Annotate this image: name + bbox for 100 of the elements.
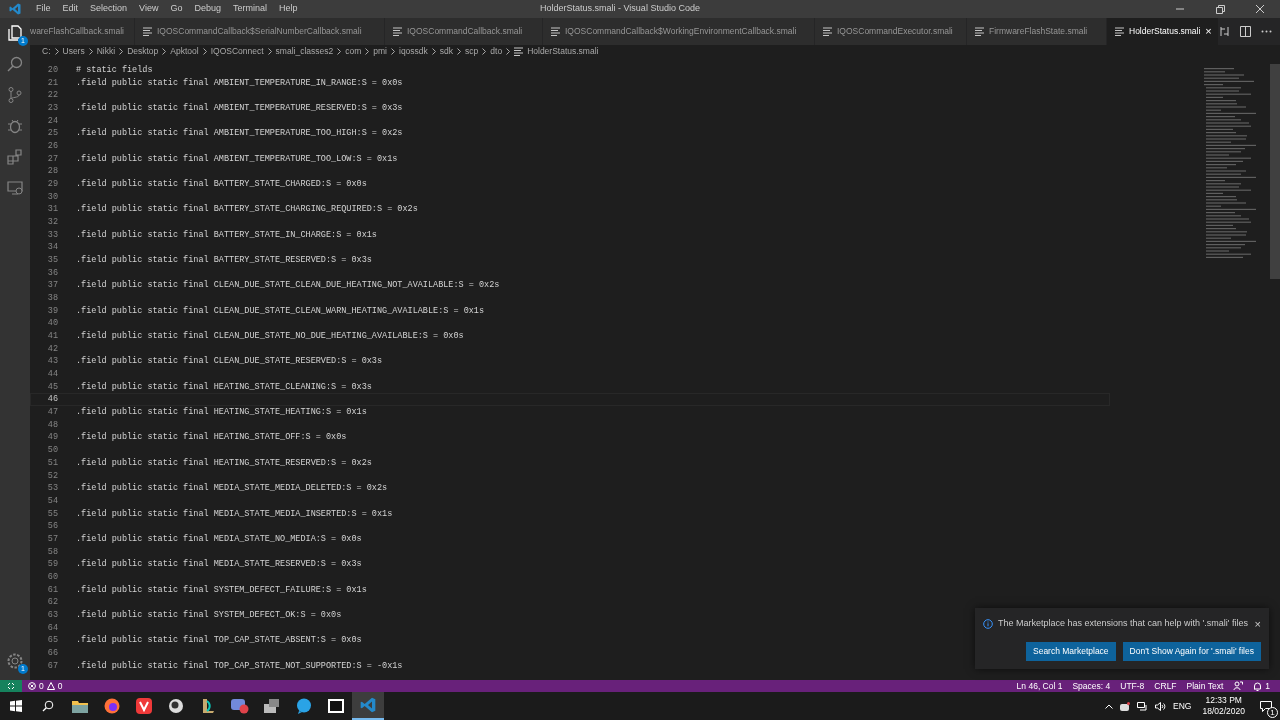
folder-icon	[72, 699, 88, 713]
breadcrumb-item[interactable]: HolderStatus.smali	[527, 45, 599, 58]
app-icon	[264, 699, 280, 713]
taskbar-app-icon[interactable]	[360, 697, 376, 713]
code-line: .field public static final BATTERY_STATE_CHARGED:S = 0x0s	[76, 178, 367, 191]
notification-badge: 1	[1267, 707, 1278, 718]
menu-item[interactable]: Debug	[188, 2, 227, 16]
line-number: 32	[46, 216, 58, 229]
menu-item[interactable]: Terminal	[226, 2, 273, 16]
breadcrumb-item[interactable]: Apktool	[170, 45, 199, 58]
close-icon[interactable]: ×	[1205, 23, 1212, 40]
line-number: 50	[46, 444, 58, 457]
editor-tab[interactable]: IQOSCommandCallback.smali	[385, 18, 543, 45]
code-line: .field public static final HEATING_STATE_CLEANING:S = 0x3s	[76, 380, 372, 394]
menu-item[interactable]: Go	[164, 2, 189, 16]
breadcrumb-item[interactable]: dto	[490, 45, 503, 58]
network-icon[interactable]	[1137, 701, 1149, 711]
files-icon[interactable]	[6, 24, 24, 42]
line-number: 22	[46, 89, 58, 102]
app-icon	[168, 698, 184, 714]
language-indicator[interactable]: ENG	[1173, 699, 1192, 713]
editor-tab[interactable]: IQOSCommandCallback$WorkingEnvironmentCallback.smali	[543, 18, 815, 45]
breadcrumb-item[interactable]: pmi	[373, 45, 387, 58]
chevron-icon	[337, 48, 342, 55]
warning-count[interactable]: 0	[57, 679, 63, 693]
code-line: .field public static final MEDIA_STATE_MEDIA_INSERTED:S = 0x1s	[76, 507, 393, 521]
breadcrumb-item[interactable]: scp	[465, 45, 479, 58]
chat-app-icon[interactable]	[1120, 701, 1131, 711]
bug-icon[interactable]	[6, 117, 24, 135]
chevron-icon	[365, 48, 370, 55]
search-icon[interactable]	[6, 55, 24, 73]
chevron-up-icon[interactable]	[1105, 703, 1114, 709]
status-item[interactable]: Ln 46, Col 1	[1016, 679, 1063, 693]
code-line: .field public static final HEATING_STATE_OFF:S = 0x0s	[76, 431, 347, 445]
settings-icon[interactable]	[6, 652, 24, 670]
line-number: 64	[46, 621, 58, 635]
breadcrumb-item[interactable]: iqossdk	[399, 45, 428, 58]
line-number: 41	[46, 330, 58, 343]
file-lines-icon	[393, 27, 402, 36]
chevron-icon	[267, 48, 272, 55]
line-number: 20	[46, 64, 58, 77]
line-number: 58	[46, 545, 58, 559]
breadcrumb-item[interactable]: com	[345, 45, 362, 58]
line-number: 53	[46, 482, 58, 495]
line-number: 23	[46, 102, 58, 115]
volume-icon[interactable]	[1155, 701, 1167, 711]
remote-explorer-icon[interactable]	[6, 179, 24, 197]
status-item[interactable]: Spaces: 4	[1072, 679, 1111, 693]
file-lines-icon	[514, 47, 524, 56]
breadcrumb-item[interactable]: Desktop	[127, 45, 159, 58]
feedback-icon[interactable]	[1233, 681, 1244, 691]
breadcrumb-item[interactable]: C:	[42, 45, 51, 58]
browser-icon	[104, 698, 120, 714]
notification-button[interactable]: Don't Show Again for '.smali' files	[1122, 642, 1261, 661]
file-lines-icon	[823, 27, 832, 36]
compare-icon[interactable]	[1219, 26, 1230, 37]
editor-tab[interactable]: IQOSCommandCallback$SerialNumberCallback.smali	[135, 18, 385, 45]
window-title: HolderStatus.smali - Visual Studio Code	[540, 2, 700, 16]
line-number: 56	[46, 520, 58, 533]
breadcrumb-item[interactable]: sdk	[439, 45, 454, 58]
chevron-icon	[506, 48, 511, 55]
notification-count[interactable]: 1	[1265, 679, 1270, 693]
menu-item[interactable]: File	[30, 2, 57, 16]
code-line: .field public static final BATTERY_STATE_CHARGING_REQUIRED:S = 0x2s	[76, 203, 418, 217]
breadcrumb-item[interactable]: Nikki	[96, 45, 116, 58]
split-editor-icon[interactable]	[1240, 26, 1251, 37]
extensions-icon[interactable]	[6, 148, 24, 166]
status-item[interactable]: CRLF	[1154, 679, 1177, 693]
line-number: 29	[46, 178, 58, 191]
chevron-icon	[162, 48, 167, 55]
editor-tab[interactable]: HolderStatus.smali ×	[1107, 18, 1219, 45]
editor-tab[interactable]: wareFlashCallback.smali	[30, 18, 135, 45]
menu-item[interactable]: View	[133, 2, 165, 16]
editor-tab[interactable]: IQOSCommandExecutor.smali	[815, 18, 967, 45]
close-button[interactable]: ×	[1254, 615, 1261, 632]
line-number: 37	[46, 279, 58, 293]
status-item[interactable]: Plain Text	[1186, 679, 1224, 693]
browser-icon	[136, 698, 152, 714]
bell-icon[interactable]	[1253, 681, 1263, 691]
menu-item[interactable]: Edit	[56, 2, 85, 16]
error-count[interactable]: 0	[39, 679, 44, 693]
notification-button[interactable]: Search Marketplace	[1026, 642, 1116, 661]
status-item[interactable]: UTF-8	[1120, 679, 1145, 693]
menu-item[interactable]: Help	[273, 2, 304, 16]
breadcrumb-item[interactable]: IQOSConnect	[210, 45, 264, 58]
line-number: 63	[46, 608, 58, 622]
action-center-icon[interactable]	[1260, 700, 1272, 712]
editor-tab[interactable]: FirmwareFlashState.smali	[967, 18, 1107, 45]
scrollbar[interactable]	[1270, 64, 1280, 279]
line-number: 55	[46, 507, 58, 521]
breadcrumb-item[interactable]: Users	[62, 45, 85, 58]
menu-item[interactable]: Selection	[84, 2, 134, 16]
line-number: 60	[46, 570, 58, 584]
remote-button[interactable]	[0, 680, 22, 692]
source-control-icon[interactable]	[6, 86, 24, 104]
breadcrumb-item[interactable]: smali_classes2	[275, 45, 334, 58]
more-icon[interactable]	[1261, 30, 1272, 33]
clock-time[interactable]: 12:33 PM	[1205, 695, 1242, 706]
chevron-icon	[54, 48, 59, 55]
clock-date[interactable]: 18/02/2020	[1202, 706, 1245, 717]
